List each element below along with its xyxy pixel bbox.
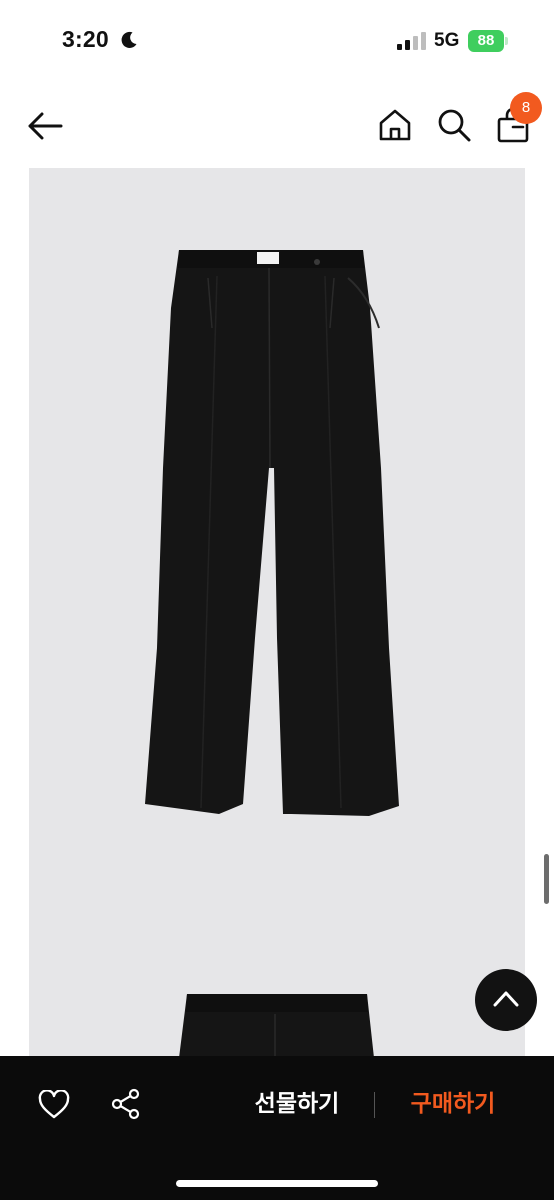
- battery-level: 88: [477, 32, 495, 49]
- top-nav-bar: 8: [0, 84, 554, 168]
- share-icon[interactable]: [110, 1088, 142, 1120]
- network-type: 5G: [434, 30, 460, 51]
- back-arrow-icon[interactable]: [26, 110, 64, 142]
- heart-icon[interactable]: [38, 1090, 70, 1120]
- status-bar: 3:20 5G 88: [0, 0, 554, 84]
- chevron-up-icon: [493, 991, 519, 1007]
- trousers-image-second: [179, 994, 374, 1058]
- cart-count-badge: 8: [510, 92, 542, 124]
- battery-icon: 88: [468, 30, 510, 52]
- search-icon[interactable]: [436, 107, 472, 143]
- gift-button[interactable]: 선물하기: [238, 1084, 356, 1124]
- trousers-image-main: [145, 250, 399, 816]
- scroll-to-top-button[interactable]: [475, 969, 537, 1031]
- bottom-action-bar: 선물하기 구매하기: [0, 1056, 554, 1200]
- home-icon[interactable]: [378, 108, 412, 142]
- product-photo: [145, 250, 399, 1058]
- scrollbar-thumb[interactable]: [544, 854, 549, 904]
- buy-button[interactable]: 구매하기: [394, 1084, 512, 1124]
- divider: [374, 1092, 375, 1118]
- status-time: 3:20: [62, 26, 109, 52]
- moon-icon: [121, 31, 137, 48]
- home-indicator[interactable]: [176, 1180, 378, 1187]
- signal-icon: [397, 32, 426, 50]
- product-image-gallery[interactable]: [29, 168, 525, 1058]
